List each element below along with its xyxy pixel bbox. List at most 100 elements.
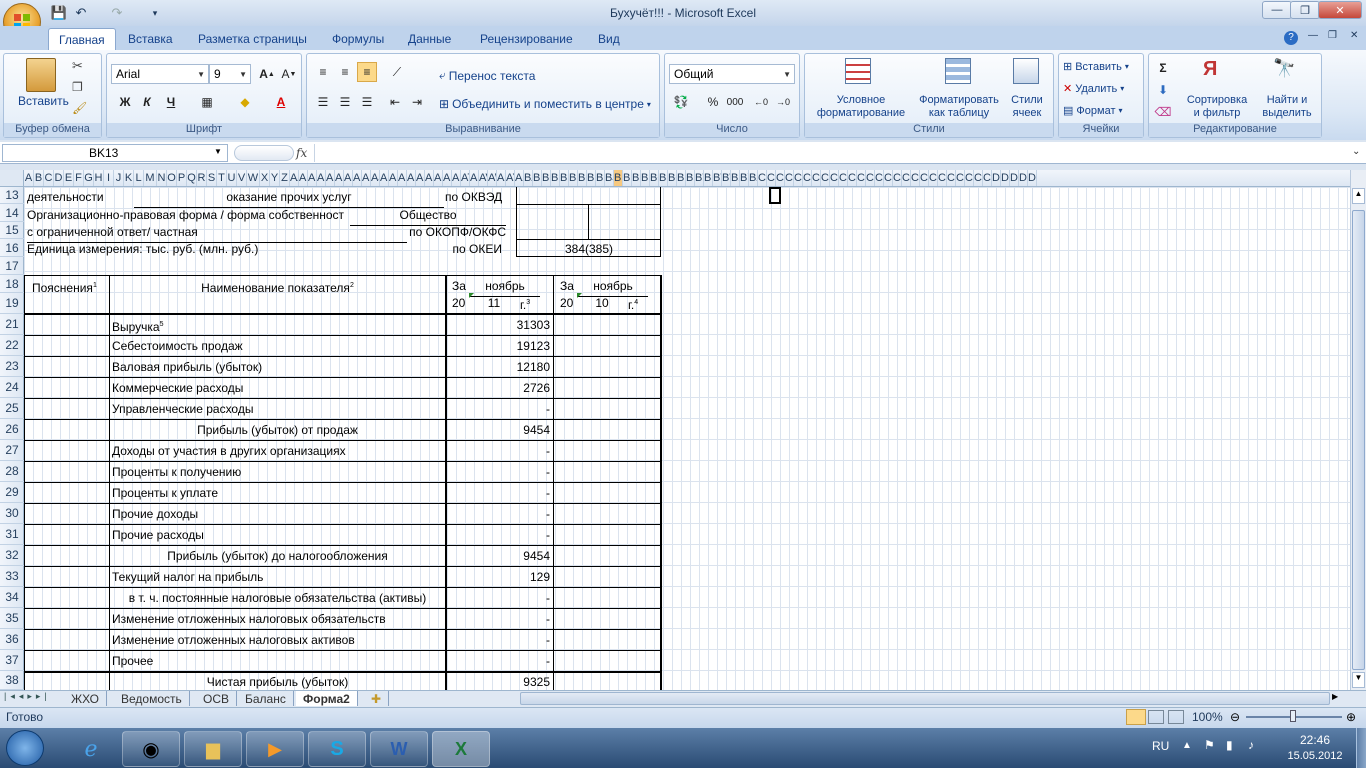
page-layout-view-icon[interactable]	[1148, 710, 1164, 724]
action-center-icon[interactable]: ⚑	[1204, 738, 1215, 752]
row-header[interactable]: 13	[0, 187, 24, 204]
column-header[interactable]: BQ	[668, 170, 677, 186]
column-header[interactable]: CO	[884, 170, 893, 186]
column-header[interactable]: AQ	[434, 170, 443, 186]
number-format-combo[interactable]: Общий ▼	[669, 64, 795, 84]
align-middle-icon[interactable]: ≡	[335, 62, 355, 82]
decrease-indent-icon[interactable]: ⇤	[385, 92, 405, 112]
column-header[interactable]: Q	[187, 170, 197, 186]
sort-filter-button[interactable]: Сортировка и фильтр	[1185, 94, 1249, 120]
font-color-icon[interactable]: A	[271, 92, 291, 112]
sheet-nav-icons[interactable]: |◂◂▸▸|	[4, 691, 51, 702]
indicator-name[interactable]: Прочие расходы	[112, 525, 444, 545]
column-header[interactable]: AF	[335, 170, 344, 186]
column-header[interactable]: CF	[803, 170, 812, 186]
column-header[interactable]: BD	[551, 170, 560, 186]
indicator-name[interactable]: Выручка5	[112, 315, 444, 337]
column-header[interactable]: AY	[506, 170, 515, 186]
column-header[interactable]: CQ	[902, 170, 911, 186]
align-bottom-icon[interactable]: ≡	[357, 62, 377, 82]
tray-expand-icon[interactable]: ▲	[1182, 740, 1192, 751]
row-header[interactable]: 36	[0, 629, 24, 650]
zoom-in-icon[interactable]: ⊕	[1346, 710, 1356, 724]
indicator-name[interactable]: Управленческие расходы	[112, 399, 444, 419]
column-header[interactable]: Z	[280, 170, 290, 186]
column-header[interactable]: BU	[704, 170, 713, 186]
indicator-name[interactable]: Коммерческие расходы	[112, 378, 444, 398]
column-header[interactable]: BO	[650, 170, 659, 186]
column-header[interactable]: O	[167, 170, 177, 186]
column-header[interactable]: AM	[398, 170, 407, 186]
find-select-button[interactable]: Найти и выделить	[1255, 94, 1319, 120]
indicator-value-current[interactable]: -	[447, 588, 553, 608]
column-header[interactable]: DC	[1010, 170, 1019, 186]
row-header[interactable]: 34	[0, 587, 24, 608]
sheet-tab-balance[interactable]: Баланс	[238, 691, 294, 706]
conditional-formatting-button[interactable]: Условное форматирование	[809, 94, 913, 120]
column-header[interactable]: DB	[1001, 170, 1010, 186]
column-header[interactable]: CR	[911, 170, 920, 186]
insert-sheet-icon[interactable]: ✚	[364, 691, 390, 706]
minimize-button[interactable]: —	[1262, 1, 1292, 19]
column-header[interactable]: AE	[326, 170, 335, 186]
sheet-tab-zhkho[interactable]: ЖХО	[64, 691, 108, 706]
merge-center-button[interactable]: ⊞ Объединить и поместить в центре ▾	[439, 97, 651, 111]
column-header[interactable]: AT	[461, 170, 470, 186]
cell-r13-label[interactable]: деятельности	[27, 187, 109, 207]
column-header[interactable]: D	[54, 170, 64, 186]
column-header[interactable]: CA	[758, 170, 767, 186]
indicator-name[interactable]: Чистая прибыль (убыток)	[110, 672, 445, 690]
clear-icon[interactable]: ⌫	[1153, 102, 1173, 122]
column-header[interactable]: BN	[641, 170, 650, 186]
normal-view-icon[interactable]	[1126, 709, 1146, 725]
tab-review[interactable]: Рецензирование	[470, 28, 583, 50]
scroll-up-icon[interactable]: ▲	[1352, 188, 1365, 204]
format-as-table-icon[interactable]	[945, 58, 971, 84]
indicator-value-current[interactable]: -	[447, 483, 553, 503]
italic-button[interactable]: К	[137, 92, 157, 112]
column-header[interactable]: CE	[794, 170, 803, 186]
delete-cells-button[interactable]: ✕ Удалить ▾	[1063, 82, 1124, 96]
column-header[interactable]: BH	[587, 170, 596, 186]
horizontal-scroll-thumb[interactable]	[520, 692, 1330, 705]
format-as-table-button[interactable]: Форматировать как таблицу	[913, 94, 1005, 120]
column-header[interactable]: Y	[270, 170, 280, 186]
wrap-text-button[interactable]: ⤶ Перенос текста	[439, 68, 535, 83]
column-header[interactable]: BV	[713, 170, 722, 186]
align-center-icon[interactable]: ☰	[335, 92, 355, 112]
indicator-name[interactable]: Доходы от участия в других организациях	[112, 441, 444, 461]
column-header[interactable]: BE	[560, 170, 569, 186]
indicator-value-current[interactable]: 31303	[447, 315, 553, 335]
column-header[interactable]: BJ	[605, 170, 614, 186]
borders-icon[interactable]: ▦	[197, 92, 217, 112]
copy-icon[interactable]: ❐	[72, 80, 83, 94]
indicator-value-current[interactable]: 129	[447, 567, 553, 587]
column-header[interactable]: BM	[632, 170, 641, 186]
row-header[interactable]: 21	[0, 314, 24, 335]
page-break-view-icon[interactable]	[1168, 710, 1184, 724]
align-left-icon[interactable]: ☰	[313, 92, 333, 112]
paste-icon[interactable]	[26, 58, 56, 92]
row-header[interactable]: 31	[0, 524, 24, 545]
indicator-name[interactable]: Текущий налог на прибыль	[112, 567, 444, 587]
row-header[interactable]: 22	[0, 335, 24, 356]
autosum-icon[interactable]: Σ	[1153, 58, 1173, 78]
row-header[interactable]: 14	[0, 204, 24, 222]
indicator-value-current[interactable]: -	[447, 630, 553, 650]
column-header[interactable]: BB	[533, 170, 542, 186]
column-header[interactable]: AS	[452, 170, 461, 186]
increase-decimal-icon[interactable]: ←0	[751, 92, 771, 112]
sheet-tab-vedomost[interactable]: Ведомость	[114, 691, 190, 706]
column-header[interactable]: BF	[569, 170, 578, 186]
col2-year[interactable]: 10	[578, 293, 626, 314]
column-header[interactable]: AP	[425, 170, 434, 186]
column-header[interactable]: CN	[875, 170, 884, 186]
column-header[interactable]: AI	[362, 170, 371, 186]
column-header[interactable]: CM	[866, 170, 875, 186]
column-header[interactable]: BL	[623, 170, 632, 186]
internet-explorer-icon[interactable]: ℯ	[62, 731, 120, 767]
column-header[interactable]: R	[197, 170, 207, 186]
currency-icon[interactable]: 💱	[671, 92, 691, 112]
indicator-name[interactable]: Прочее	[112, 651, 444, 671]
column-header[interactable]: T	[217, 170, 227, 186]
